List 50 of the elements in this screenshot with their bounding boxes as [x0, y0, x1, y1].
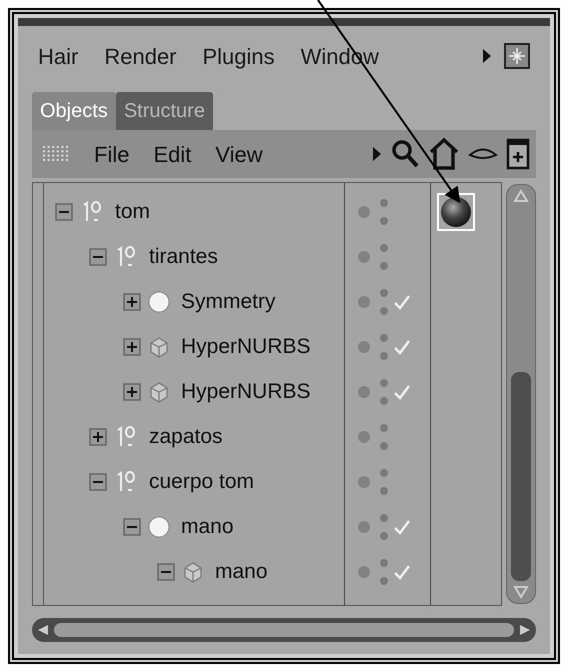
search-icon[interactable] — [390, 138, 420, 170]
collapse-icon[interactable] — [157, 562, 175, 580]
vertical-scrollbar[interactable] — [506, 184, 536, 604]
expand-icon[interactable] — [123, 292, 141, 310]
sphere-icon — [147, 514, 171, 538]
object-name[interactable]: HyperNURBS — [181, 330, 311, 362]
scroll-thumb[interactable] — [511, 372, 531, 581]
menu-item[interactable]: View — [215, 138, 263, 170]
menu-item[interactable]: Plugins — [202, 40, 275, 72]
object-name[interactable]: tirantes — [149, 240, 218, 272]
down-arrow-icon[interactable] — [513, 585, 529, 599]
expand-icon[interactable] — [89, 428, 107, 446]
expand-icon[interactable] — [123, 382, 141, 400]
horizontal-scrollbar[interactable] — [32, 618, 536, 642]
check-icon[interactable] — [393, 518, 412, 534]
sphere-icon — [440, 196, 472, 228]
triangle-icon[interactable] — [482, 48, 492, 64]
collapse-icon[interactable] — [89, 472, 107, 490]
check-icon[interactable] — [393, 384, 412, 400]
check-icon[interactable] — [393, 338, 412, 354]
up-arrow-icon[interactable] — [513, 189, 529, 203]
object-name[interactable]: zapatos — [149, 420, 223, 452]
object-name[interactable]: cuerpo tom — [149, 466, 254, 498]
eye-icon[interactable] — [468, 146, 498, 162]
collapse-icon[interactable] — [123, 518, 141, 536]
window-icon[interactable] — [504, 43, 530, 69]
material-tag[interactable] — [437, 192, 476, 230]
check-icon[interactable] — [393, 564, 412, 580]
grip-icon[interactable] — [42, 145, 70, 163]
object-name[interactable]: mano — [215, 556, 268, 588]
object-name[interactable]: tom — [115, 196, 150, 228]
house-icon[interactable] — [428, 137, 460, 171]
object-name[interactable]: mano — [181, 510, 234, 542]
new-layer-icon[interactable] — [506, 138, 530, 170]
scroll-thumb[interactable] — [54, 623, 514, 637]
check-icon[interactable] — [393, 294, 412, 310]
menu-item[interactable]: Render — [104, 40, 176, 72]
sphere-icon — [147, 290, 171, 314]
menu-item[interactable]: Edit — [153, 138, 192, 170]
object-name[interactable]: Symmetry — [181, 286, 276, 318]
object-name[interactable]: HyperNURBS — [181, 376, 311, 408]
collapse-icon[interactable] — [89, 248, 107, 266]
right-arrow-icon[interactable] — [518, 623, 532, 637]
menu-item[interactable]: File — [94, 138, 130, 170]
left-arrow-icon[interactable] — [36, 623, 50, 637]
menu-item[interactable]: Hair — [38, 40, 78, 72]
tab[interactable]: Objects — [32, 92, 116, 130]
collapse-icon[interactable] — [55, 202, 73, 220]
triangle-icon[interactable] — [372, 146, 382, 162]
expand-icon[interactable] — [123, 338, 141, 356]
